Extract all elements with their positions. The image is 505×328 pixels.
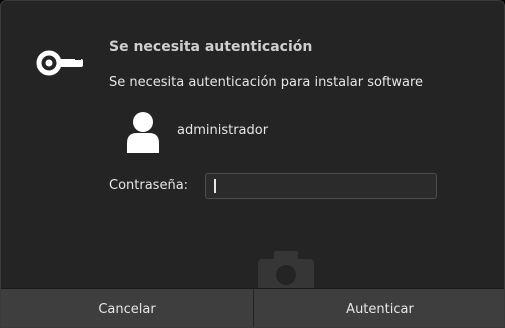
text-cursor: [214, 179, 216, 193]
dialog-message: Se necesita autenticación para instalar …: [109, 75, 424, 90]
dialog-title: Se necesita autenticación: [109, 39, 313, 55]
key-icon: [36, 50, 83, 76]
authenticate-button[interactable]: Autenticar: [254, 289, 504, 327]
password-field[interactable]: [205, 173, 437, 199]
user-icon: [127, 112, 159, 153]
cancel-button[interactable]: Cancelar: [1, 289, 254, 327]
authentication-dialog: Se necesita autenticación Se necesita au…: [0, 0, 505, 328]
user-name: administrador: [177, 123, 269, 138]
background-camera-icon: [258, 251, 314, 291]
dialog-button-bar: Cancelar Autenticar: [1, 288, 504, 327]
password-label: Contraseña:: [109, 178, 189, 193]
